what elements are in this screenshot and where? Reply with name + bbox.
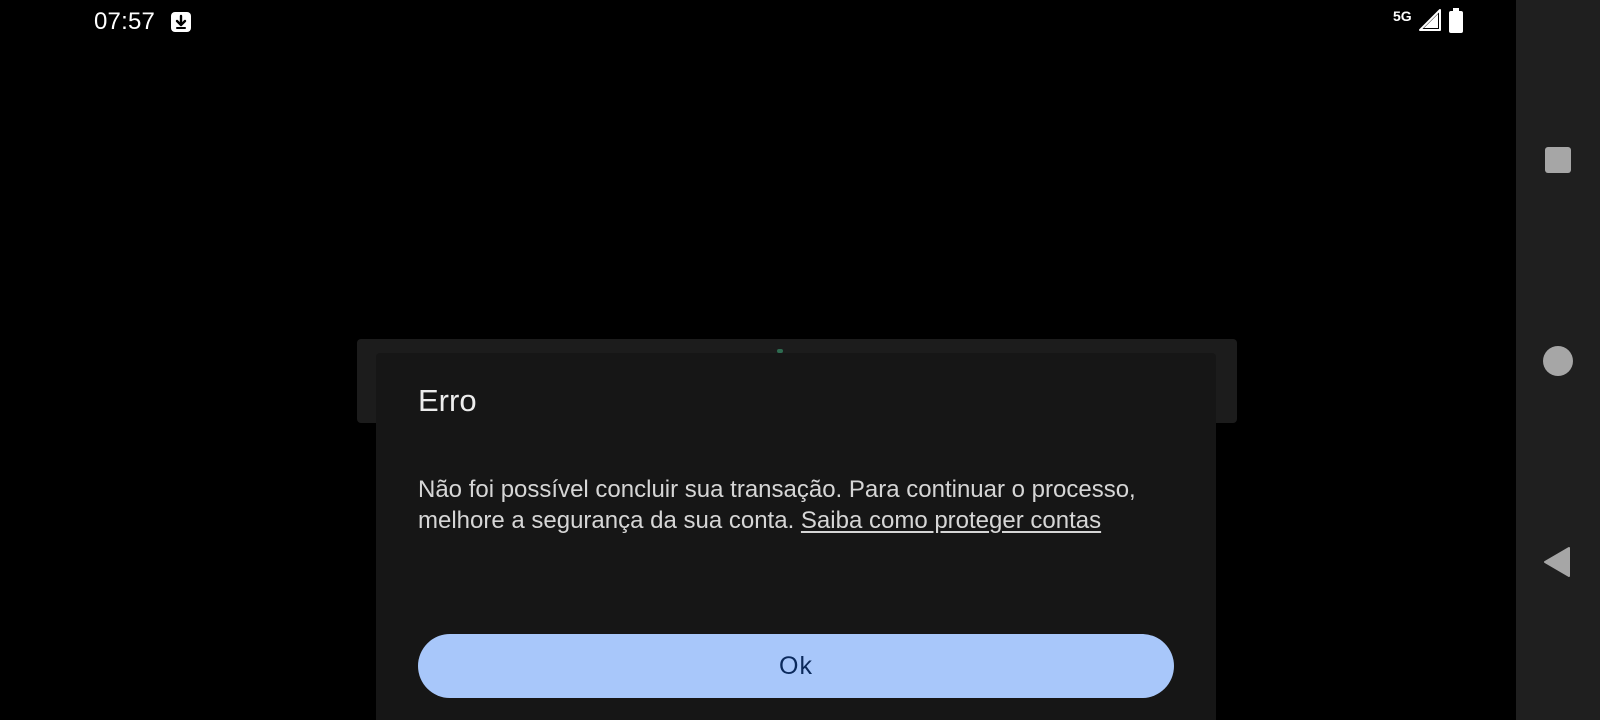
battery-icon — [1448, 8, 1464, 34]
signal-icon — [1418, 8, 1442, 32]
network-type-label: 5G — [1393, 8, 1412, 24]
error-dialog: Erro Não foi possível concluir sua trans… — [376, 353, 1216, 720]
status-time: 07:57 — [94, 8, 156, 35]
dialog-title: Erro — [418, 383, 477, 418]
device-screen: 07:57 5G Erro Não foi possível concluir … — [0, 0, 1600, 720]
learn-more-link[interactable]: Saiba como proteger contas — [801, 507, 1101, 534]
download-icon — [170, 11, 192, 33]
home-icon[interactable] — [1543, 346, 1573, 376]
dialog-message: Não foi possível concluir sua transação.… — [418, 474, 1138, 536]
back-icon[interactable] — [1542, 546, 1572, 578]
recents-icon[interactable] — [1545, 147, 1571, 173]
navigation-bar — [1516, 0, 1600, 720]
ok-button[interactable]: Ok — [418, 634, 1174, 698]
